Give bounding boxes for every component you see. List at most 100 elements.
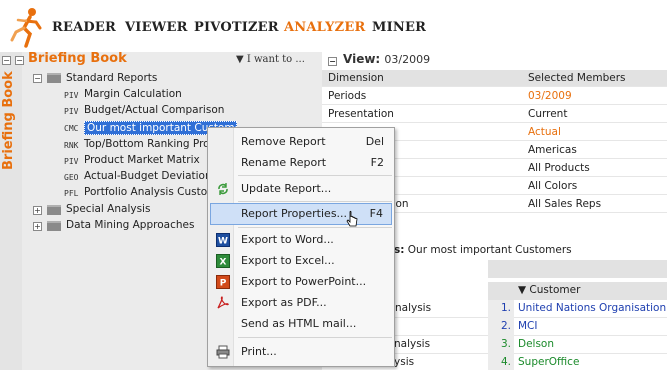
customer-cell[interactable]: United Nations Organisation — [518, 302, 666, 314]
mouse-cursor-icon — [346, 210, 358, 227]
menu-item-label: Export to Excel... — [241, 254, 335, 267]
member-cell: All Products — [528, 162, 590, 174]
printer-icon — [216, 345, 230, 359]
tree-node-standard-reports[interactable]: Standard Reports — [66, 72, 157, 84]
column-header-members[interactable]: Selected Members — [528, 72, 626, 84]
grid-row[interactable]: Presentation Current — [322, 106, 667, 123]
svg-text:W: W — [218, 237, 228, 247]
report-type-code: PFL — [64, 189, 79, 198]
menu-item-export-pdf[interactable]: Export as PDF... — [210, 292, 392, 314]
menu-item-send-html-mail[interactable]: Send as HTML mail... — [210, 313, 392, 335]
rank-cell: 2. — [488, 318, 514, 336]
panel-header: − − Briefing Book ▼ I want to ... — [0, 51, 322, 68]
data-mining-toggle[interactable]: + — [33, 222, 42, 231]
tree-node-data-mining[interactable]: Data Mining Approaches — [66, 219, 194, 231]
menu-item-label: Rename Report — [241, 156, 327, 169]
report-section-prefix: s: — [394, 244, 405, 256]
menu-item-export-powerpoint[interactable]: P Export to PowerPoint... — [210, 271, 392, 293]
report-type-code: CMC — [64, 124, 79, 133]
menu-item-remove-report[interactable]: Remove Report Del — [210, 131, 392, 153]
svg-text:P: P — [220, 279, 227, 289]
menu-separator — [238, 227, 392, 228]
member-cell: 03/2009 — [528, 90, 572, 102]
nav-viewer[interactable]: VIEWER — [125, 20, 188, 35]
report-item[interactable]: Portfolio Analysis Custom — [84, 186, 217, 198]
menu-separator — [238, 175, 392, 176]
customer-cell[interactable]: MCI — [518, 320, 538, 332]
report-item[interactable]: Actual-Budget Deviation F — [84, 170, 221, 182]
column-header-dimension[interactable]: Dimension — [328, 72, 384, 84]
menu-item-label: Export as PDF... — [241, 296, 327, 309]
customer-cell[interactable]: Delson — [518, 338, 554, 350]
top-navigation: READER VIEWER PIVOTIZER ANALYZER MINER — [0, 0, 667, 52]
menu-separator — [238, 201, 392, 202]
menu-item-print[interactable]: Print... — [210, 341, 392, 363]
report-type-code: RNK — [64, 141, 79, 150]
i-want-to-dropdown[interactable]: ▼ I want to ... — [236, 54, 305, 65]
menu-item-export-word[interactable]: W Export to Word... — [210, 229, 392, 251]
report-item[interactable]: Product Market Matrix — [84, 154, 200, 166]
menu-item-label: Print... — [241, 345, 277, 358]
menu-item-update-report[interactable]: Update Report... — [210, 178, 392, 200]
menu-item-export-excel[interactable]: X Export to Excel... — [210, 250, 392, 272]
view-label: View: — [343, 52, 381, 66]
view-header: − View: 03/2009 — [328, 52, 430, 66]
menu-item-label: Send as HTML mail... — [241, 317, 357, 330]
report-section-name: Our most important Customers — [407, 244, 572, 256]
report-type-code: PIV — [64, 107, 79, 116]
collapse-panel-toggle[interactable]: − — [15, 56, 24, 65]
menu-item-shortcut: F4 — [369, 207, 383, 220]
menu-item-report-properties[interactable]: Report Properties... F4 — [210, 203, 392, 225]
report-item[interactable]: Budget/Actual Comparison — [84, 104, 224, 116]
member-cell: All Colors — [528, 180, 578, 192]
report-item[interactable]: Margin Calculation — [84, 88, 182, 100]
customer-header-label: ▼ Customer — [518, 284, 581, 296]
rank-cell: 3. — [488, 336, 514, 354]
svg-text:X: X — [220, 258, 227, 268]
view-collapse-toggle[interactable]: − — [328, 57, 337, 66]
grid-header-row: Dimension Selected Members — [322, 70, 667, 87]
dimension-cell: Periods — [328, 90, 367, 102]
rank-cell: 4. — [488, 354, 514, 370]
report-type-code: GEO — [64, 173, 79, 182]
pdf-icon — [217, 296, 229, 309]
member-cell: All Sales Reps — [528, 198, 602, 210]
report-header-bar — [488, 260, 667, 278]
menu-item-rename-report[interactable]: Rename Report F2 — [210, 152, 392, 174]
menu-item-shortcut: Del — [365, 135, 384, 148]
menu-separator — [238, 337, 392, 338]
report-type-code: PIV — [64, 91, 79, 100]
menu-item-label: Export to Word... — [241, 233, 334, 246]
folder-icon — [47, 205, 61, 215]
refresh-icon — [218, 183, 228, 195]
menu-item-label: Remove Report — [241, 135, 326, 148]
nav-analyzer[interactable]: ANALYZER — [284, 20, 365, 35]
word-icon: W — [216, 233, 230, 247]
excel-icon: X — [216, 254, 230, 268]
standard-reports-toggle[interactable]: − — [33, 74, 42, 83]
grid-row[interactable]: Periods 03/2009 — [322, 88, 667, 105]
report-section-title: s: Our most important Customers — [394, 244, 572, 256]
menu-item-label: Update Report... — [241, 182, 332, 195]
runner-logo-icon — [10, 8, 42, 48]
nav-pivotizer[interactable]: PIVOTIZER — [194, 20, 279, 35]
nav-miner[interactable]: MINER — [372, 20, 426, 35]
briefing-book-vertical-tab[interactable]: Briefing Book — [0, 52, 22, 370]
folder-icon — [47, 221, 61, 231]
customer-cell[interactable]: SuperOffice — [518, 356, 579, 368]
rank-cell: 1. — [488, 300, 514, 318]
dimension-cell: Presentation — [328, 108, 394, 120]
vertical-tab-label: Briefing Book — [1, 71, 16, 170]
powerpoint-icon: P — [216, 275, 230, 289]
menu-item-label: Export to PowerPoint... — [241, 275, 367, 288]
member-cell: Actual — [528, 126, 561, 138]
tree-node-special-analysis[interactable]: Special Analysis — [66, 203, 150, 215]
report-item[interactable]: Top/Bottom Ranking Prod — [84, 138, 216, 150]
special-analysis-toggle[interactable]: + — [33, 206, 42, 215]
collapse-toggle[interactable]: − — [2, 56, 11, 65]
panel-title: Briefing Book — [28, 51, 127, 66]
nav-reader[interactable]: READER — [52, 20, 116, 35]
folder-icon — [47, 73, 61, 83]
menu-item-shortcut: F2 — [370, 156, 384, 169]
customer-header[interactable]: ▼ Customer — [488, 282, 667, 300]
